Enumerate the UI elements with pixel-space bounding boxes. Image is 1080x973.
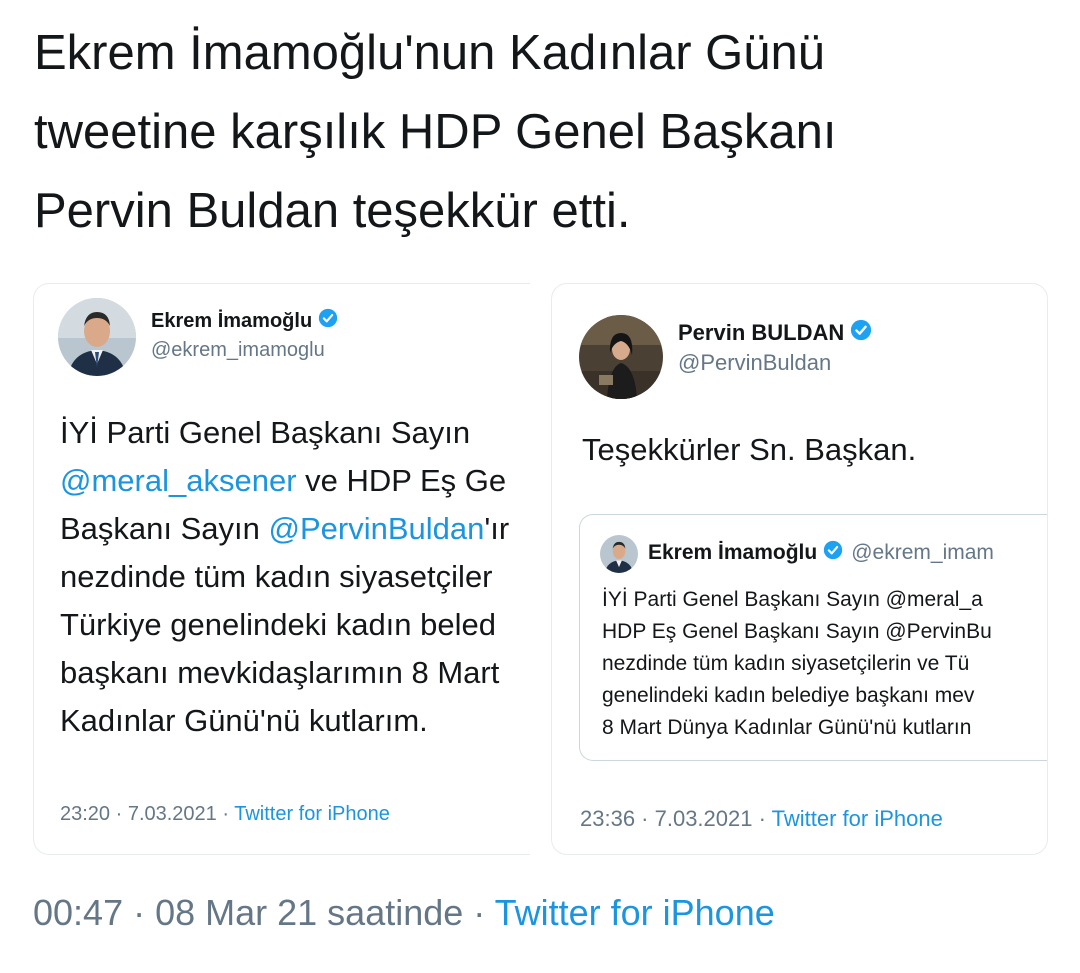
avatar-buldan [579, 315, 663, 399]
quoted-tweet-body: İYİ Parti Genel Başkanı Sayın @meral_a H… [602, 584, 992, 744]
avatar-imamoglu-small [600, 535, 638, 573]
tweet-line: Türkiye genelindeki kadın beled [60, 607, 496, 642]
mention-link[interactable]: @PervinBuldan [269, 511, 485, 546]
author-name: Pervin BULDAN [678, 320, 845, 345]
author-handle: @PervinBuldan [678, 350, 832, 375]
author-row: Pervin BULDAN [678, 319, 872, 347]
tweet-body: İYİ Parti Genel Başkanı Sayın @meral_aks… [60, 409, 509, 745]
verified-badge-icon [850, 319, 872, 347]
quoted-line: HDP Eş Genel Başkanı Sayın @PervinBu [602, 620, 992, 643]
verified-badge-icon [318, 308, 338, 334]
post-source-link[interactable]: Twitter for iPhone [495, 892, 775, 933]
tweet-line: Başkanı Sayın @PervinBuldan'ır [60, 511, 510, 546]
author-row: Ekrem İmamoğlu [151, 308, 338, 334]
tweet-line: İYİ Parti Genel Başkanı Sayın [60, 415, 471, 450]
headline-line-1: Ekrem İmamoğlu'nun Kadınlar Günü [34, 26, 826, 80]
quoted-line: nezdinde tüm kadın siyasetçilerin ve Tü [602, 652, 970, 675]
source-link[interactable]: Twitter for iPhone [772, 806, 943, 831]
quoted-author-row: Ekrem İmamoğlu @ekrem_imam [648, 540, 994, 566]
tweet-body: Teşekkürler Sn. Başkan. [582, 432, 917, 467]
embedded-tweet-image-imamoglu[interactable]: Ekrem İmamoğlu @ekrem_imamoglu İYİ Parti… [33, 283, 530, 855]
quoted-tweet[interactable]: Ekrem İmamoğlu @ekrem_imam İYİ Parti Gen… [579, 514, 1047, 761]
post-text: Ekrem İmamoğlu'nun Kadınlar Günü tweetin… [34, 14, 1044, 251]
mention-link[interactable]: @meral_aksener [60, 463, 297, 498]
tweet-timestamp: 23:36 · 7.03.2021 · Twitter for iPhone [580, 806, 943, 831]
quoted-author-name: Ekrem İmamoğlu [648, 541, 818, 564]
headline-line-3: Pervin Buldan teşekkür etti. [34, 184, 631, 238]
source-link[interactable]: Twitter for iPhone [234, 803, 390, 825]
headline-line-2: tweetine karşılık HDP Genel Başkanı [34, 105, 837, 159]
post-metadata: 00:47 · 08 Mar 21 saatinde · Twitter for… [33, 892, 775, 934]
verified-badge-icon [823, 540, 843, 566]
tweet-line: başkanı mevkidaşlarımın 8 Mart [60, 655, 500, 690]
author-handle: @ekrem_imamoglu [151, 339, 325, 361]
tweet-line: @meral_aksener ve HDP Eş Ge [60, 463, 507, 498]
quoted-author-handle: @ekrem_imam [851, 541, 994, 564]
avatar-imamoglu [58, 298, 136, 376]
post-timestamp[interactable]: 00:47 · 08 Mar 21 saatinde · [33, 892, 495, 933]
tweet-timestamp: 23:20 · 7.03.2021 · Twitter for iPhone [60, 803, 390, 825]
embedded-tweet-image-buldan[interactable]: Pervin BULDAN @PervinBuldan Teşekkürler … [551, 283, 1048, 855]
tweet-line: Kadınlar Günü'nü kutlarım. [60, 703, 428, 738]
quoted-line: İYİ Parti Genel Başkanı Sayın @meral_a [602, 588, 983, 611]
author-name: Ekrem İmamoğlu [151, 309, 313, 332]
tweet-line: nezdinde tüm kadın siyasetçiler [60, 559, 493, 594]
quoted-line: genelindeki kadın belediye başkanı mev [602, 684, 975, 707]
quoted-line: 8 Mart Dünya Kadınlar Günü'nü kutların [602, 716, 972, 739]
